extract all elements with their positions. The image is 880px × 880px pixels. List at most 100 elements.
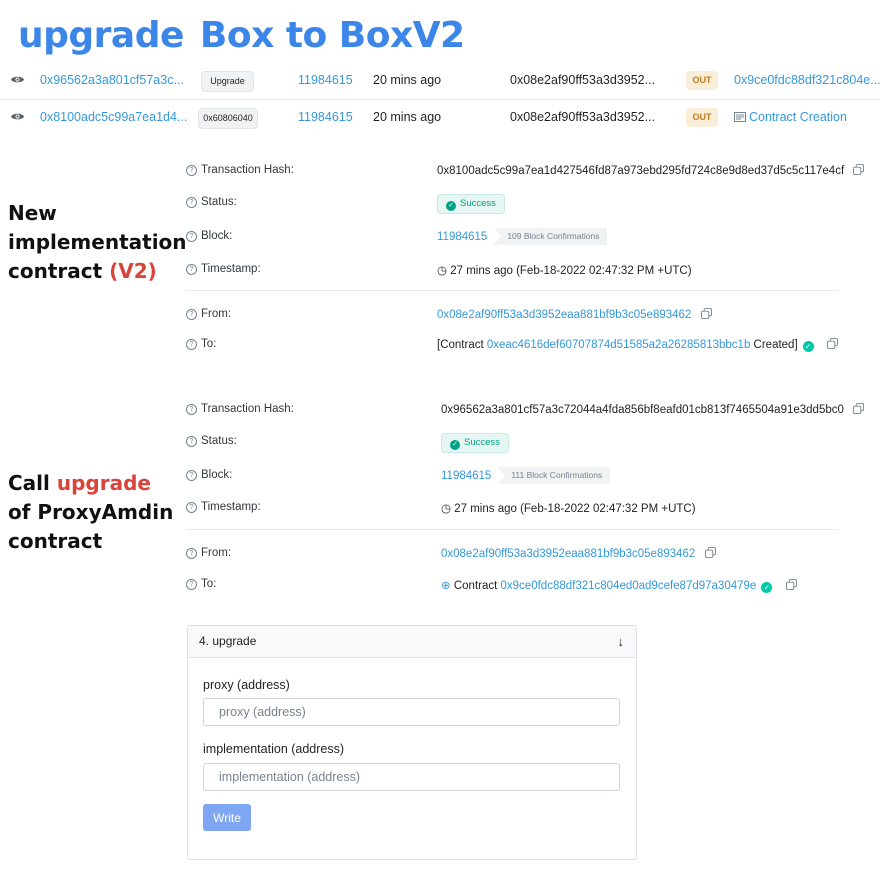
title-part-2: Box to BoxV2 <box>199 15 465 56</box>
tx-list-row: 0x96562a3a801cf57a3c... Upgrade 11984615… <box>0 62 880 98</box>
clock-icon: ◷ <box>437 265 451 277</box>
question-circle-icon: ? <box>186 309 197 320</box>
tx-hash-value: 0x96562a3a801cf57a3c72044a4fda856bf8eafd… <box>441 403 865 416</box>
question-circle-icon: ? <box>186 197 197 208</box>
label-to: ? To: <box>186 338 216 350</box>
title-part-1: upgrade <box>18 15 184 56</box>
to-value: ⊕ Contract 0x9ce0fdc88df321c804ed0ad9cef… <box>441 578 797 593</box>
tx-hash-link[interactable]: 0x96562a3a801cf57a3c... <box>40 62 184 98</box>
method-badge: 0x60806040 <box>198 108 258 129</box>
implementation-field-label: implementation (address) <box>203 742 345 756</box>
annotation-line: New <box>8 201 57 225</box>
timestamp-value: ◷ 27 mins ago (Feb-18-2022 02:47:32 PM +… <box>437 265 692 277</box>
question-circle-icon: ? <box>186 502 197 513</box>
timestamp-value: ◷ 27 mins ago (Feb-18-2022 02:47:32 PM +… <box>441 503 696 515</box>
label-block: ? Block: <box>186 469 232 481</box>
contract-creation-label: Contract Creation <box>749 110 847 124</box>
write-button[interactable]: Write <box>203 804 251 831</box>
contract-address-link[interactable]: 0x9ce0fdc88df321c804ed0ad9cefe87d97a3047… <box>501 580 757 592</box>
check-circle-icon: ✓ <box>450 440 460 450</box>
check-circle-icon: ✓ <box>802 341 814 352</box>
label-status: ? Status: <box>186 435 237 447</box>
to-value: [Contract 0xeac4616def60707874d51585a2a2… <box>437 338 838 352</box>
annotation-new-implementation: New implementation contract (V2) <box>8 199 187 286</box>
implementation-address-input[interactable] <box>203 763 620 791</box>
from-address-link[interactable]: 0x08e2af90ff53a3d3952eaa881bf9b3c05e8934… <box>441 548 695 560</box>
label-from: ? From: <box>186 547 231 559</box>
tx-hash-text: 0x96562a3a801cf57a3c72044a4fda856bf8eafd… <box>441 404 844 416</box>
tx-age: 20 mins ago <box>373 73 442 87</box>
copy-icon[interactable] <box>700 308 712 319</box>
proxy-address-input[interactable] <box>203 698 620 726</box>
question-circle-icon: ? <box>186 165 197 176</box>
copy-icon[interactable] <box>704 547 716 558</box>
status-badge: ✓ Success <box>437 193 505 214</box>
label-status: ? Status: <box>186 196 237 208</box>
annotation-text: Call <box>8 471 57 495</box>
section-divider <box>186 529 839 530</box>
label-tx-hash: ? Transaction Hash: <box>186 403 294 415</box>
annotation-line: contract (V2) <box>8 257 187 286</box>
question-circle-icon: ? <box>186 470 197 481</box>
block-link[interactable]: 11984615 <box>437 231 487 243</box>
tx-hash-text: 0x8100adc5c99a7ea1d427546fd87a973ebd295f… <box>437 165 845 177</box>
label-to: ? To: <box>186 578 216 590</box>
tx-hash-value: 0x8100adc5c99a7ea1d427546fd87a973ebd295f… <box>437 164 865 177</box>
tx-from: 0x08e2af90ff53a3d3952... <box>510 73 656 87</box>
tx-list-row: 0x8100adc5c99a7ea1d4... 0x60806040 11984… <box>0 99 880 135</box>
annotation-line: contract <box>8 529 103 553</box>
contract-search-icon: ⊕ <box>441 580 454 592</box>
annotation-line: implementation <box>8 230 187 254</box>
annotation-highlight: (V2) <box>109 259 157 283</box>
question-circle-icon: ? <box>186 339 197 350</box>
question-circle-icon: ? <box>186 548 197 559</box>
annotation-call-upgrade: Call upgrade of ProxyAmdin contract <box>8 469 173 556</box>
chevron-down-icon[interactable]: ↓ <box>618 626 625 657</box>
copy-icon[interactable] <box>826 338 838 349</box>
block-value: 11984615 109 Block Confirmations <box>437 228 608 245</box>
annotation-text: contract <box>8 259 110 283</box>
status-badge: ✓ Success <box>441 432 509 453</box>
method-badge: Upgrade <box>201 71 254 92</box>
question-circle-icon: ? <box>186 579 197 590</box>
annotation-line: of ProxyAmdin <box>8 500 174 524</box>
tx-hash-link[interactable]: 0x8100adc5c99a7ea1d4... <box>40 99 187 135</box>
copy-icon[interactable] <box>853 164 865 175</box>
write-function-card: 4. upgrade ↓ proxy (address) implementat… <box>187 625 637 860</box>
question-circle-icon: ? <box>186 404 197 415</box>
contract-creation-link[interactable]: Contract Creation <box>734 99 847 135</box>
question-circle-icon: ? <box>186 436 197 447</box>
eye-icon[interactable] <box>10 109 25 124</box>
label-timestamp: ? Timestamp: <box>186 263 261 275</box>
block-link[interactable]: 11984615 <box>298 99 353 135</box>
from-value: 0x08e2af90ff53a3d3952eaa881bf9b3c05e8934… <box>441 547 716 560</box>
block-link[interactable]: 11984615 <box>298 62 353 98</box>
page-title: upgrade Box to BoxV2 <box>18 14 465 58</box>
annotation-line: Call upgrade <box>8 469 173 498</box>
tx-to-link[interactable]: 0x9ce0fdc88df321c804e... <box>734 62 880 98</box>
direction-badge: OUT <box>686 71 718 90</box>
card-header[interactable]: 4. upgrade ↓ <box>188 626 636 658</box>
proxy-field-label: proxy (address) <box>203 678 290 692</box>
function-title: 4. upgrade <box>199 634 257 648</box>
label-timestamp: ? Timestamp: <box>186 501 261 513</box>
clock-icon: ◷ <box>441 503 455 515</box>
from-address-link[interactable]: 0x08e2af90ff53a3d3952eaa881bf9b3c05e8934… <box>437 309 691 321</box>
label-block: ? Block: <box>186 230 232 242</box>
block-value: 11984615 111 Block Confirmations <box>441 467 611 484</box>
copy-icon[interactable] <box>853 403 865 414</box>
contract-address-link[interactable]: 0xeac4616def60707874d51585a2a26285813bbc… <box>487 339 750 351</box>
block-link[interactable]: 11984615 <box>441 470 491 482</box>
copy-icon[interactable] <box>785 579 797 590</box>
eye-icon[interactable] <box>10 72 25 87</box>
question-circle-icon: ? <box>186 231 197 242</box>
direction-badge: OUT <box>686 108 718 127</box>
check-circle-icon: ✓ <box>761 582 773 593</box>
confirmations-badge: 111 Block Confirmations <box>497 467 611 484</box>
label-from: ? From: <box>186 308 231 320</box>
contract-file-icon <box>734 112 746 122</box>
check-circle-icon: ✓ <box>446 201 456 211</box>
question-circle-icon: ? <box>186 264 197 275</box>
tx-age: 20 mins ago <box>373 110 442 124</box>
from-value: 0x08e2af90ff53a3d3952eaa881bf9b3c05e8934… <box>437 308 712 321</box>
